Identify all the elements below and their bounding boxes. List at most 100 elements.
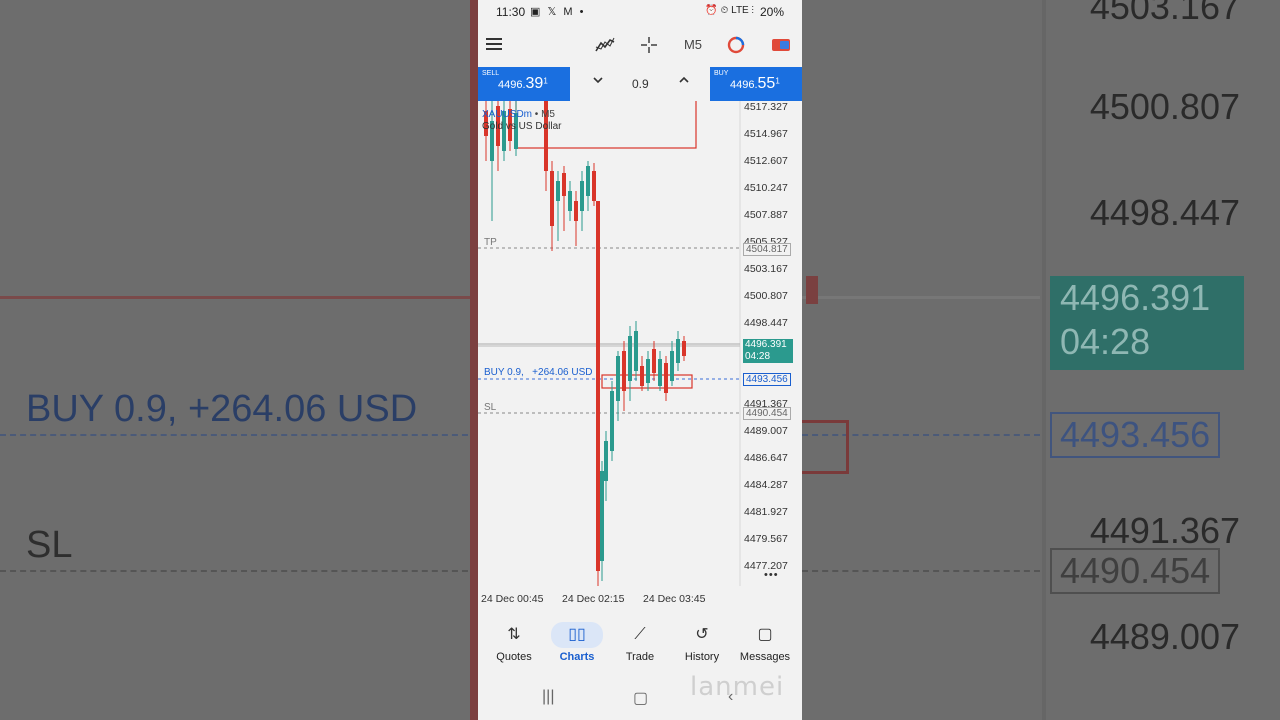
candle-body — [658, 359, 662, 386]
history-icon: ↺ — [695, 626, 709, 643]
nav-quotes[interactable]: ⇅ Quotes — [483, 622, 545, 672]
price-axis-label: 4498.447 — [744, 317, 788, 329]
more-icon[interactable]: ••• — [764, 569, 779, 581]
price-axis-label: 4510.247 — [744, 182, 788, 194]
time-label-1: 24 Dec 00:45 — [481, 593, 544, 605]
backdrop-position-label: BUY 0.9, +264.06 USD — [26, 388, 418, 430]
trade-icon: ⟋ — [634, 626, 646, 643]
backdrop-price-3: 4491.367 — [1089, 510, 1240, 551]
price-axis-label: 4484.287 — [744, 479, 788, 491]
entry-price-tag: 4493.456 — [743, 373, 791, 386]
price-axis-label: 4479.567 — [744, 533, 788, 545]
bar-countdown: 04:28 — [745, 351, 771, 362]
backdrop-sl-box: 4490.454 — [1050, 548, 1221, 594]
chart-symbol: XAUUSDm — [482, 109, 533, 120]
backdrop-bid-line — [0, 296, 478, 299]
backdrop-sl-line-right — [802, 570, 1040, 572]
sl-label: SL — [484, 402, 497, 413]
backdrop-price-1: 4500.807 — [1089, 86, 1240, 127]
price-axis-label: 4517.327 — [744, 101, 788, 113]
candle-body — [610, 391, 614, 451]
price-axis-label: 4500.807 — [744, 290, 788, 302]
candle-body — [604, 441, 608, 481]
time-label-2: 24 Dec 02:15 — [562, 593, 625, 605]
backdrop-entry-line — [0, 434, 478, 436]
crosshair-icon[interactable] — [638, 32, 660, 58]
candle-body — [562, 173, 566, 196]
candle-body — [568, 191, 572, 211]
candle-body — [664, 363, 668, 393]
indicator-icon[interactable] — [593, 32, 617, 58]
backdrop-box — [802, 420, 849, 474]
messages-icon: ▢ — [757, 626, 773, 643]
backdrop-price-4: 4489.007 — [1089, 616, 1240, 657]
candle-body — [682, 341, 686, 356]
quotes-icon: ⇅ — [507, 626, 521, 643]
tp-label: TP — [484, 237, 497, 248]
phone-screen: 11:30 ▣ 𝕏 M • ⏰ ⏲ LTE ⫶ 20% M5 SELL 4496… — [478, 0, 802, 720]
time-label-3: 24 Dec 03:45 — [643, 593, 706, 605]
candle-body — [676, 339, 680, 363]
candle-body — [652, 349, 656, 373]
backdrop-candle-right — [806, 276, 818, 304]
candle-body — [616, 356, 620, 401]
backdrop-price-top: 4503.167 — [1089, 0, 1240, 27]
menu-icon[interactable] — [484, 32, 506, 58]
candle-body — [646, 359, 650, 383]
volume-increase-button[interactable] — [678, 74, 690, 89]
battery-level: 20% — [760, 5, 785, 19]
price-axis-label: 4489.007 — [744, 425, 788, 437]
nav-quotes-label: Quotes — [496, 651, 532, 663]
nav-history[interactable]: ↺ History — [671, 622, 733, 672]
nav-charts-label: Charts — [559, 651, 595, 663]
tp-price-tag: 4504.817 — [743, 243, 791, 256]
candle-body — [580, 181, 584, 211]
bottom-navigation: ⇅ Quotes ▯▯ Charts ⟋ Trade ↺ History ▢ M… — [478, 616, 802, 676]
backdrop-candle — [470, 0, 478, 720]
sl-price-tag: 4490.454 — [743, 407, 791, 420]
account-icon[interactable] — [768, 32, 794, 58]
backdrop-axis — [1042, 0, 1046, 720]
backdrop-bid-line-right — [802, 296, 1040, 299]
chart-type-icon[interactable] — [724, 32, 748, 58]
candle-body — [586, 166, 590, 196]
price-axis-label: 4503.167 — [744, 263, 788, 275]
price-chart[interactable]: XAUUSDm • M5 Gold vs US Dollar TP BUY 0.… — [478, 101, 802, 616]
candle-body — [596, 201, 600, 571]
volume-decrease-button[interactable] — [592, 74, 604, 89]
candle-body — [634, 331, 638, 371]
buy-price: 4496.551 — [730, 75, 780, 92]
sell-price: 4496.391 — [498, 75, 548, 92]
volume-value[interactable]: 0.9 — [632, 77, 649, 91]
home-icon[interactable]: ▢ — [633, 688, 648, 708]
candle-body — [600, 471, 604, 561]
nav-messages-label: Messages — [739, 651, 791, 663]
buy-label: BUY — [714, 70, 729, 77]
timeframe-button[interactable]: M5 — [678, 32, 708, 58]
nav-messages[interactable]: ▢ Messages — [734, 622, 796, 672]
nav-trade[interactable]: ⟋ Trade — [609, 622, 671, 672]
candle-body — [592, 171, 596, 201]
volume-control: 0.9 — [570, 67, 710, 101]
candle-body — [622, 351, 626, 391]
backdrop-entry-box: 4493.456 — [1050, 412, 1221, 458]
price-axis-label: 4486.647 — [744, 452, 788, 464]
price-axis-label: 4512.607 — [744, 155, 788, 167]
candle-body — [574, 201, 578, 221]
nav-history-label: History — [684, 651, 720, 663]
one-click-trading-bar: SELL 4496.391 0.9 BUY 4496.551 — [478, 67, 802, 101]
bid-price-tag: 4496.391 04:28 — [743, 339, 793, 363]
backdrop-right: 4503.167 4500.807 4498.447 4496.391 04:2… — [802, 0, 1280, 720]
buy-button[interactable]: BUY 4496.551 — [710, 67, 802, 101]
backdrop-bid-price: 4496.391 — [1060, 277, 1211, 318]
status-bar: 11:30 ▣ 𝕏 M • ⏰ ⏲ LTE ⫶ 20% — [478, 0, 802, 24]
backdrop-bid-tag: 4496.391 04:28 — [1050, 276, 1244, 370]
nav-charts[interactable]: ▯▯ Charts — [546, 622, 608, 672]
position-label[interactable]: BUY 0.9, +264.06 USD — [484, 367, 593, 378]
recent-apps-icon[interactable]: ||| — [542, 688, 554, 706]
sell-button[interactable]: SELL 4496.391 — [478, 67, 570, 101]
backdrop-sl-label: SL — [26, 524, 73, 566]
candle-body — [550, 171, 554, 226]
chart-description: Gold vs US Dollar — [482, 121, 562, 132]
bid-price: 4496.391 — [745, 339, 787, 350]
